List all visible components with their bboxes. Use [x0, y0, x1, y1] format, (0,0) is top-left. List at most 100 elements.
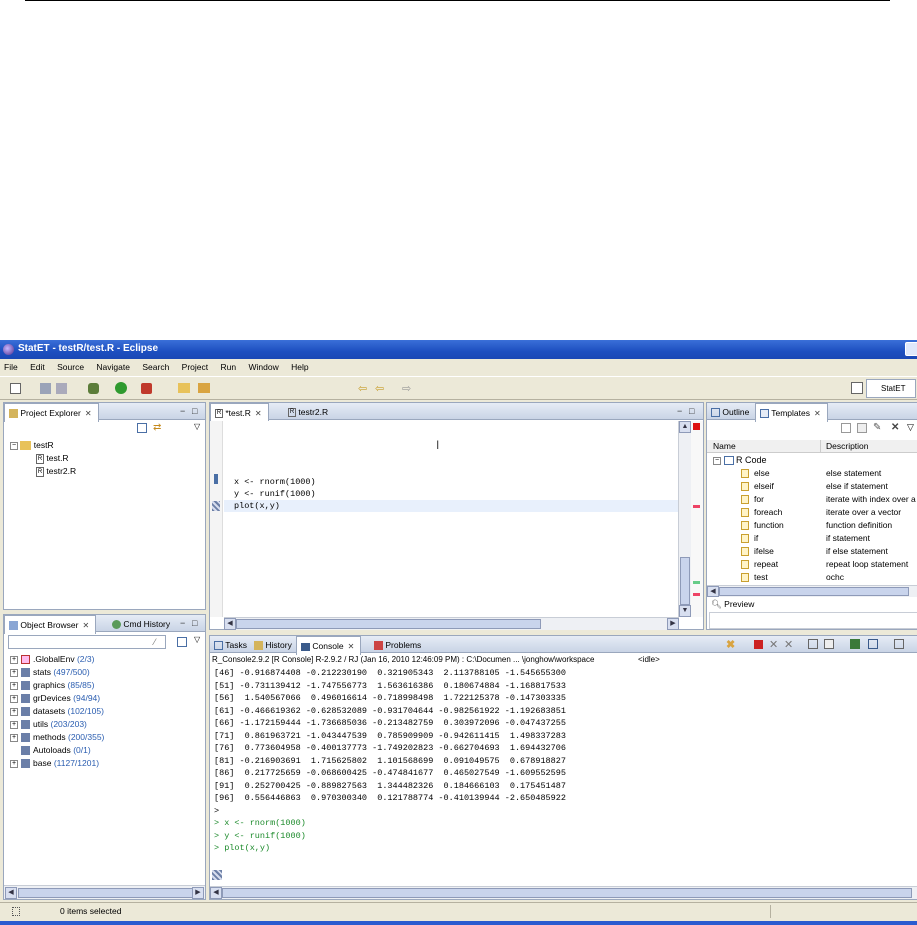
- minimize-icon[interactable]: −: [180, 406, 185, 416]
- link-editor-icon[interactable]: ⇄: [153, 423, 164, 433]
- horizontal-scrollbar[interactable]: ◀: [707, 585, 917, 597]
- scroll-left-icon[interactable]: ◀: [210, 887, 222, 899]
- perspective-statet[interactable]: StatET: [866, 379, 916, 398]
- object-browser-item[interactable]: + graphics (85/85): [10, 679, 94, 692]
- object-browser-item[interactable]: + datasets (102/105): [10, 705, 104, 718]
- close-icon[interactable]: ✕: [814, 409, 821, 418]
- vertical-scrollbar[interactable]: ▲ ▼: [678, 421, 691, 617]
- scroll-right-icon[interactable]: ▶: [667, 618, 679, 630]
- expand-toggle-icon[interactable]: +: [10, 733, 18, 742]
- delete-icon[interactable]: ✕: [891, 422, 899, 433]
- horizontal-scrollbar[interactable]: ◀ ▶: [4, 885, 205, 899]
- close-icon[interactable]: ✕: [255, 409, 262, 418]
- scroll-thumb[interactable]: [719, 587, 909, 596]
- template-row[interactable]: elseif else if statement: [707, 480, 917, 493]
- minimize-icon[interactable]: −: [180, 618, 185, 628]
- tree-item-project[interactable]: − testR: [10, 439, 54, 452]
- forward-icon[interactable]: ⇨: [402, 382, 414, 395]
- object-browser-item[interactable]: + base (1127/1201): [10, 757, 99, 770]
- fast-view-icon[interactable]: [12, 907, 20, 916]
- scroll-left-icon[interactable]: ◀: [707, 586, 719, 597]
- menu-help[interactable]: Help: [291, 362, 308, 372]
- editor-text-area[interactable]: I x <- rnorm(1000) y <- runif(1000) plot…: [224, 421, 685, 617]
- tree-item-file[interactable]: R test.R: [36, 452, 69, 465]
- open-console-icon[interactable]: [894, 639, 904, 649]
- expand-toggle-icon[interactable]: +: [10, 707, 18, 716]
- scroll-thumb[interactable]: [680, 557, 690, 605]
- column-name[interactable]: Name: [713, 440, 736, 453]
- new-template-icon[interactable]: [841, 423, 851, 433]
- template-row[interactable]: for iterate with index over a v: [707, 493, 917, 506]
- template-group[interactable]: − R Code: [713, 454, 767, 467]
- pin-console-icon[interactable]: [850, 639, 860, 649]
- template-row[interactable]: if if statement: [707, 532, 917, 545]
- scroll-down-icon[interactable]: ▼: [679, 605, 691, 617]
- tab-cmd-history[interactable]: Cmd History: [108, 615, 176, 633]
- print-icon[interactable]: [56, 383, 67, 394]
- object-browser-item[interactable]: + utils (203/203): [10, 718, 87, 731]
- object-browser-item[interactable]: + grDevices (94/94): [10, 692, 100, 705]
- run-icon[interactable]: [115, 382, 127, 394]
- new-icon[interactable]: [10, 383, 21, 394]
- next-annotation-icon[interactable]: ⇦: [358, 382, 370, 395]
- tab-templates[interactable]: Templates ✕: [755, 403, 828, 422]
- view-menu-icon[interactable]: ▽: [907, 422, 914, 433]
- scroll-left-icon[interactable]: ◀: [5, 887, 17, 899]
- close-icon[interactable]: ✕: [85, 409, 92, 418]
- brush-icon[interactable]: [198, 383, 210, 393]
- template-row[interactable]: else else statement: [707, 467, 917, 480]
- expand-toggle-icon[interactable]: +: [10, 720, 18, 729]
- remove-all-icon[interactable]: ✕: [784, 638, 793, 651]
- copy-template-icon[interactable]: [857, 423, 867, 433]
- horizontal-scrollbar[interactable]: ◀ ▶: [224, 617, 679, 630]
- back-icon[interactable]: ⇦: [375, 382, 387, 395]
- remove-launch-icon[interactable]: ✕: [769, 638, 778, 651]
- collapse-toggle-icon[interactable]: −: [713, 456, 721, 465]
- tab-test-r[interactable]: R *test.R ✕: [210, 403, 269, 422]
- tab-problems[interactable]: Problems: [370, 636, 427, 654]
- template-row[interactable]: foreach iterate over a vector: [707, 506, 917, 519]
- scroll-lock-icon[interactable]: [824, 639, 834, 649]
- expand-toggle-icon[interactable]: +: [10, 668, 18, 677]
- menu-search[interactable]: Search: [142, 362, 169, 372]
- object-browser-item[interactable]: + .GlobalEnv (2/3): [10, 653, 94, 666]
- maximize-icon[interactable]: □: [689, 406, 694, 416]
- tab-object-browser[interactable]: Object Browser ✕: [4, 615, 97, 634]
- scroll-thumb[interactable]: [18, 888, 193, 898]
- minimize-icon[interactable]: −: [677, 406, 682, 416]
- tab-outline[interactable]: Outline: [707, 403, 755, 421]
- stop-icon[interactable]: [754, 640, 763, 649]
- debug-icon[interactable]: [88, 383, 99, 394]
- scroll-right-icon[interactable]: ▶: [192, 887, 204, 899]
- template-row[interactable]: test ochc: [707, 571, 917, 584]
- clear-console-icon[interactable]: [808, 639, 818, 649]
- expand-toggle-icon[interactable]: +: [10, 759, 18, 768]
- open-perspective-icon[interactable]: [851, 382, 863, 394]
- window-close-button[interactable]: [905, 342, 917, 356]
- menu-source[interactable]: Source: [57, 362, 84, 372]
- filter-input[interactable]: [8, 635, 166, 649]
- close-icon[interactable]: ✕: [82, 621, 89, 630]
- template-row[interactable]: function function definition: [707, 519, 917, 532]
- menu-window[interactable]: Window: [248, 362, 278, 372]
- expand-toggle-icon[interactable]: +: [10, 681, 18, 690]
- collapse-all-icon[interactable]: [137, 423, 147, 433]
- clear-filter-icon[interactable]: ⁄: [154, 637, 156, 647]
- display-console-icon[interactable]: [868, 639, 878, 649]
- edit-icon[interactable]: ✎: [873, 422, 881, 433]
- scroll-left-icon[interactable]: ◀: [224, 618, 236, 630]
- view-menu-icon[interactable]: ▽: [194, 422, 200, 431]
- tab-testr2-r[interactable]: R testr2.R: [284, 403, 334, 421]
- maximize-icon[interactable]: □: [192, 618, 197, 628]
- view-menu-icon[interactable]: ▽: [194, 635, 200, 644]
- tree-item-file[interactable]: R testr2.R: [36, 465, 76, 478]
- scroll-up-icon[interactable]: ▲: [679, 421, 691, 433]
- menu-file[interactable]: File: [4, 362, 18, 372]
- object-browser-item[interactable]: Autoloads (0/1): [10, 744, 91, 757]
- tab-history[interactable]: History: [250, 636, 298, 654]
- menu-project[interactable]: Project: [182, 362, 208, 372]
- close-icon[interactable]: ✕: [348, 642, 355, 651]
- console-output[interactable]: [46] -0.916874408 -0.212230190 0.3219053…: [214, 667, 914, 877]
- open-folder-icon[interactable]: [178, 383, 190, 393]
- scroll-thumb[interactable]: [222, 888, 912, 898]
